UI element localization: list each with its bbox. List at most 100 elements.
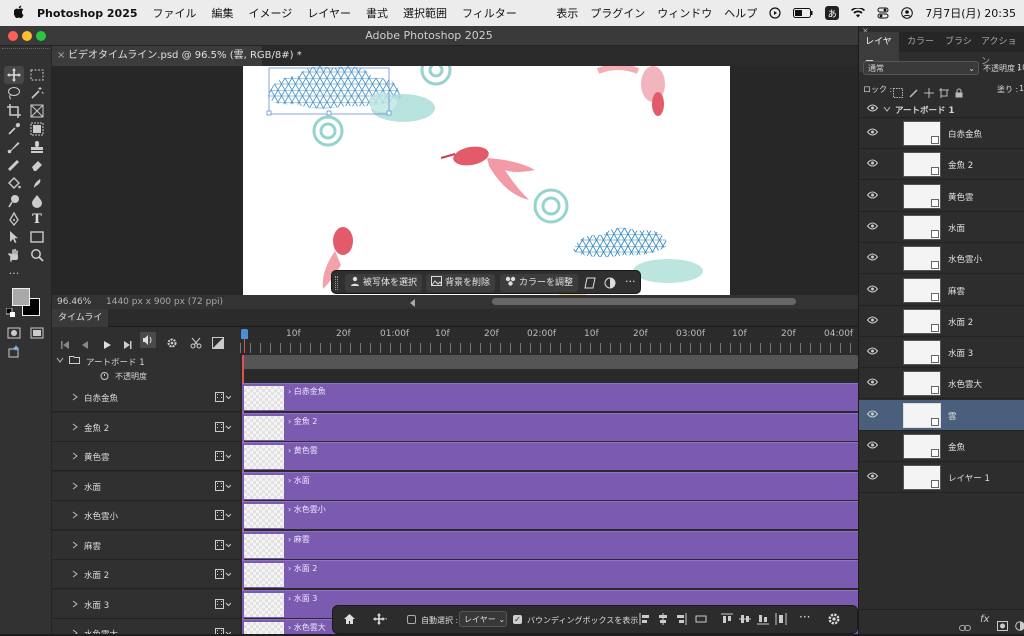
video-clip[interactable]: › 金魚 2	[242, 412, 858, 441]
auto-select-dropdown[interactable]: レイヤー ⌄	[459, 611, 507, 627]
document-tab[interactable]: × ビデオタイムライン.psd @ 96.5% (雲, RGB/8#) *	[52, 46, 302, 66]
split-scissors-icon[interactable]	[190, 334, 202, 353]
timeline-tab[interactable]: タイムライン	[52, 309, 108, 341]
next-frame-icon[interactable]	[122, 335, 132, 354]
object-selection-tool-icon[interactable]	[27, 120, 47, 138]
screen-mode-icon[interactable]	[27, 324, 47, 342]
film-strip-icon[interactable]	[215, 598, 232, 612]
adjustment-layer-icon[interactable]	[1015, 616, 1024, 635]
timeline-track-header[interactable]: 水面	[52, 471, 240, 501]
auto-select-checkbox[interactable]	[407, 615, 416, 624]
visibility-eye-icon[interactable]	[866, 128, 879, 138]
film-strip-icon[interactable]	[215, 569, 232, 582]
timeline-ruler[interactable]: 10f 20f 01:00f 10f 20f 02:00f 10f 20f 03…	[240, 327, 858, 353]
eyedropper-tool-icon[interactable]	[4, 120, 24, 138]
tools-grip[interactable]	[2, 48, 50, 52]
track-expand-chevron-icon[interactable]	[72, 423, 78, 434]
more-options-icon[interactable]: ···	[799, 610, 810, 624]
generative-icon[interactable]	[4, 342, 24, 360]
menu-view[interactable]: 表示	[556, 5, 578, 21]
video-clip[interactable]: › 白赤金魚	[242, 383, 858, 411]
timeline-track-header[interactable]: 水色雲小	[52, 501, 240, 530]
tab-color[interactable]: カラー	[907, 32, 934, 52]
remove-background-button[interactable]: 背景を削除	[426, 274, 496, 292]
foreground-color-swatch-top[interactable]	[12, 288, 30, 306]
menu-plugins[interactable]: プラグイン	[590, 5, 645, 21]
hand-tool-icon[interactable]	[4, 246, 24, 264]
blend-mode-dropdown[interactable]: 通常 ⌄	[863, 61, 979, 75]
battery-icon[interactable]	[793, 8, 813, 18]
marquee-tool-icon[interactable]	[27, 66, 47, 84]
layer-row[interactable]: 水面	[859, 212, 1024, 243]
visibility-eye-icon[interactable]	[866, 378, 879, 388]
close-window-button[interactable]	[8, 31, 18, 41]
dodge-tool-icon[interactable]	[4, 192, 24, 210]
adjust-color-button[interactable]: カラーを調整	[500, 274, 579, 292]
mask-icon[interactable]	[604, 277, 616, 292]
timeline-track-header[interactable]: 麻雲	[52, 530, 240, 560]
zoom-tool-icon[interactable]	[27, 246, 47, 264]
quick-mask-icon[interactable]	[4, 324, 24, 342]
video-clip[interactable]: › 水面	[242, 471, 858, 500]
minimize-window-button[interactable]	[22, 31, 32, 41]
settings-gear-icon[interactable]	[166, 334, 178, 353]
more-options-icon[interactable]: ···	[625, 275, 636, 288]
menu-layer[interactable]: レイヤー	[307, 5, 351, 21]
layer-row[interactable]: 水色雲大	[859, 368, 1024, 400]
visibility-eye-icon[interactable]	[866, 472, 879, 482]
path-selection-tool-icon[interactable]	[4, 228, 24, 246]
timeline-track-header[interactable]: 水色雲大	[52, 619, 240, 634]
collapse-chevron-icon[interactable]	[56, 356, 64, 367]
layer-row[interactable]: レイヤー 1	[859, 462, 1024, 494]
default-colors-icon[interactable]	[6, 308, 16, 318]
healing-tool-icon[interactable]	[4, 156, 24, 174]
visibility-eye-icon[interactable]	[866, 159, 879, 169]
menu-filter[interactable]: フィルター	[462, 5, 517, 21]
artboard-group-row[interactable]: アートボード 1	[52, 353, 240, 369]
opacity-property-row[interactable]: 不透明度	[52, 369, 240, 383]
layer-row[interactable]: 水面 2	[859, 306, 1024, 337]
document-info[interactable]: 1440 px x 900 px (72 ppi)	[106, 295, 223, 309]
layer-row[interactable]: 白赤金魚	[859, 118, 1024, 149]
stopwatch-icon[interactable]	[100, 371, 109, 382]
more-tools-icon[interactable]: ···	[4, 264, 24, 282]
video-clip[interactable]: › 黄色雲	[242, 442, 858, 470]
close-document-icon[interactable]: ×	[57, 46, 65, 66]
artboard-canvas[interactable]	[243, 66, 730, 296]
type-tool-icon[interactable]: T	[27, 210, 47, 228]
track-expand-chevron-icon[interactable]	[72, 393, 78, 404]
track-expand-chevron-icon[interactable]	[72, 482, 78, 493]
film-strip-icon[interactable]	[215, 451, 232, 464]
link-layers-icon[interactable]	[959, 617, 971, 636]
transition-icon[interactable]	[212, 334, 224, 353]
visibility-eye-icon[interactable]	[866, 316, 879, 326]
bounding-box-checkbox[interactable]: ✓	[513, 615, 522, 624]
menu-help[interactable]: ヘルプ	[724, 5, 757, 21]
visibility-eye-icon[interactable]	[866, 222, 879, 232]
add-mask-icon[interactable]	[997, 616, 1008, 635]
blur-tool-icon[interactable]	[27, 192, 47, 210]
tab-brushes[interactable]: ブラシ	[945, 32, 972, 52]
move-tool-option-icon[interactable]	[373, 613, 388, 627]
distribute-vertical-icon[interactable]	[775, 613, 787, 627]
crop-tool-icon[interactable]	[4, 102, 24, 120]
magic-wand-tool-icon[interactable]	[27, 84, 47, 102]
layer-row[interactable]: 黄色雲	[859, 181, 1024, 212]
menu-select[interactable]: 選択範囲	[403, 5, 447, 21]
previous-frame-icon[interactable]	[80, 335, 90, 354]
layer-row[interactable]: 麻雲	[859, 275, 1024, 306]
film-strip-icon[interactable]	[215, 480, 232, 494]
audio-icon[interactable]	[140, 332, 156, 348]
menu-type[interactable]: 書式	[366, 5, 388, 21]
eraser-tool-icon[interactable]	[27, 156, 47, 174]
film-strip-icon[interactable]	[215, 539, 232, 553]
zoom-level[interactable]: 96.46%	[57, 295, 91, 309]
stamp-tool-icon[interactable]	[27, 138, 47, 156]
pen-tool-icon[interactable]	[4, 210, 24, 228]
input-method-icon[interactable]: あ	[825, 6, 840, 20]
smudge-tool-icon[interactable]	[27, 174, 47, 192]
opacity-value[interactable]: 10	[1017, 63, 1024, 72]
distribute-icon[interactable]	[695, 613, 707, 627]
menu-window[interactable]: ウィンドウ	[657, 5, 712, 21]
canvas-area[interactable]	[52, 66, 858, 296]
